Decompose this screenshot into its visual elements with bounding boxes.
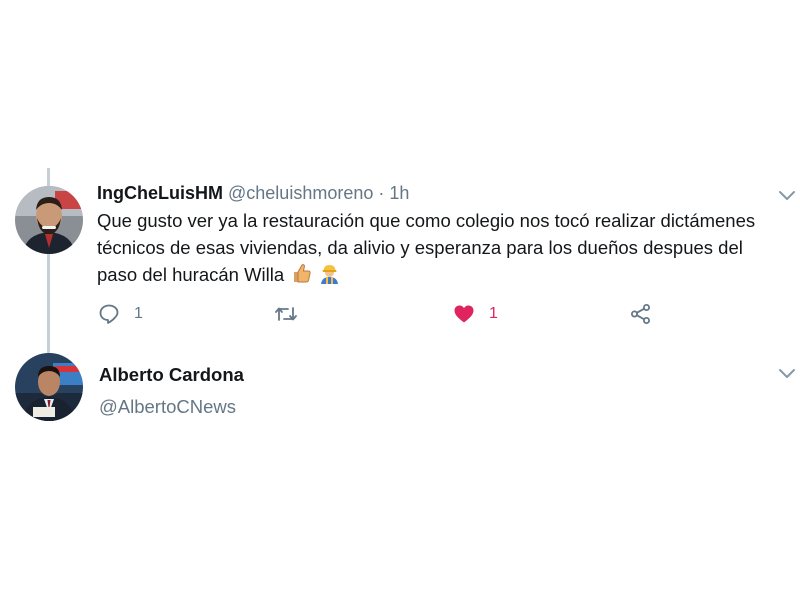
tweet-header: IngCheLuisHM @cheluishmoreno · 1h — [97, 183, 409, 204]
avatar[interactable] — [15, 186, 83, 254]
chevron-down-icon[interactable] — [778, 368, 796, 380]
tweet-timestamp[interactable]: 1h — [389, 183, 409, 203]
retweet-icon — [275, 307, 297, 321]
share-icon — [631, 304, 650, 324]
like-count: 1 — [489, 305, 498, 322]
retweet-button[interactable] — [274, 303, 312, 325]
reply-user-handle[interactable]: @AlbertoCNews — [99, 396, 236, 418]
user-handle[interactable]: @cheluishmoreno — [228, 183, 373, 203]
construction-worker-emoji — [319, 263, 340, 291]
chevron-down-icon[interactable] — [778, 190, 796, 202]
heart-icon — [454, 305, 474, 323]
share-button[interactable] — [630, 303, 652, 325]
reply-display-name[interactable]: Alberto Cardona — [99, 364, 244, 386]
separator-dot: · — [378, 183, 385, 203]
tweet-text: Que gusto ver ya la restauración que com… — [97, 207, 787, 291]
like-button[interactable]: 1 — [453, 303, 498, 325]
thumbs-up-emoji — [291, 263, 312, 291]
display-name[interactable]: IngCheLuisHM — [97, 183, 223, 203]
reply-button[interactable]: 1 — [98, 303, 143, 325]
tweet-text-body: Que gusto ver ya la restauración que com… — [97, 210, 756, 285]
avatar[interactable] — [15, 353, 83, 421]
reply-count: 1 — [134, 305, 143, 322]
reply-icon — [99, 304, 119, 324]
